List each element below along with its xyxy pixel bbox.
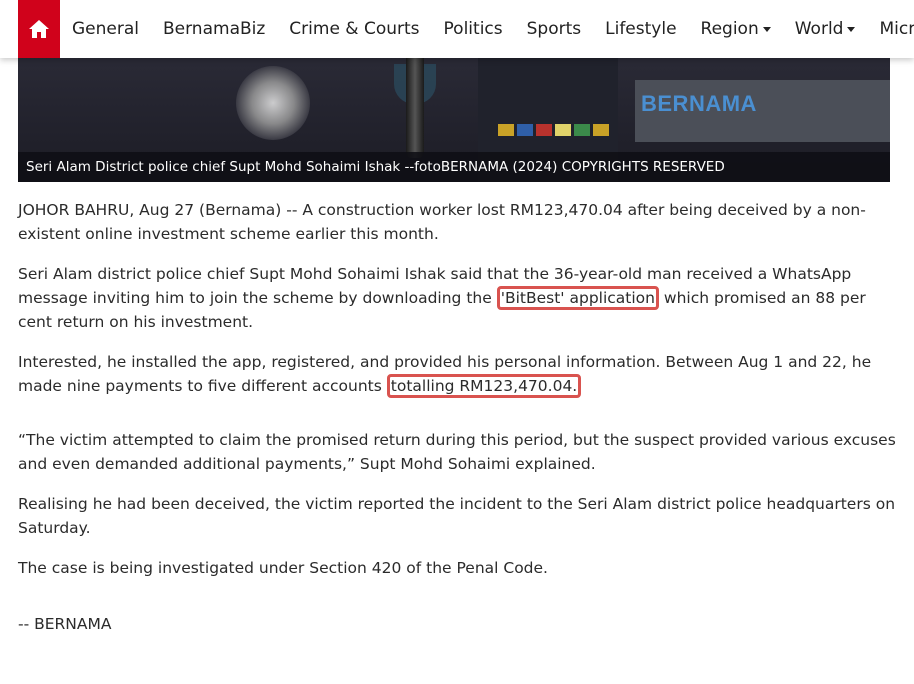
article-paragraph-6: The case is being investigated under Sec… <box>18 559 548 577</box>
article-body: JOHOR BAHRU, Aug 27 (Bernama) -- A const… <box>18 198 898 652</box>
nav-item-lifestyle[interactable]: Lifestyle <box>593 19 688 39</box>
article-photo: BERNAMA Seri Alam District police chief … <box>18 58 890 182</box>
nav-item-politics[interactable]: Politics <box>432 19 515 39</box>
bernama-watermark: BERNAMA <box>641 91 757 116</box>
nav-menu: General BernamaBiz Crime & Courts Politi… <box>60 0 914 58</box>
highlighted-app-name: 'BitBest' application <box>496 286 659 310</box>
article-paragraph-4: “The victim attempted to claim the promi… <box>18 431 896 473</box>
article-paragraph-3: Interested, he installed the app, regist… <box>18 350 898 398</box>
home-button[interactable] <box>18 0 60 58</box>
photo-caption: Seri Alam District police chief Supt Moh… <box>18 152 890 182</box>
nav-item-crime-courts[interactable]: Crime & Courts <box>277 19 431 39</box>
police-badge-image <box>236 66 310 140</box>
article-signoff: -- BERNAMA <box>18 615 112 633</box>
nav-item-bernamabiz[interactable]: BernamaBiz <box>151 19 277 39</box>
nav-item-world[interactable]: World <box>783 19 868 39</box>
nav-item-micro[interactable]: Micro <box>867 19 914 39</box>
medal-ribbons <box>498 124 609 136</box>
nav-item-sports[interactable]: Sports <box>515 19 594 39</box>
home-icon <box>29 20 49 38</box>
microphone-stand-image <box>406 58 424 158</box>
chevron-down-icon <box>847 26 856 32</box>
chevron-down-icon <box>762 26 771 32</box>
highlighted-amount: totalling RM123,470.04. <box>386 374 582 398</box>
article-paragraph-2: Seri Alam district police chief Supt Moh… <box>18 265 866 331</box>
article-paragraph-5: Realising he had been deceived, the vict… <box>18 495 896 537</box>
nav-item-general[interactable]: General <box>60 19 151 39</box>
article-paragraph-1: JOHOR BAHRU, Aug 27 (Bernama) -- A const… <box>18 201 866 243</box>
nav-item-region[interactable]: Region <box>689 19 783 39</box>
top-navbar: General BernamaBiz Crime & Courts Politi… <box>0 0 914 58</box>
